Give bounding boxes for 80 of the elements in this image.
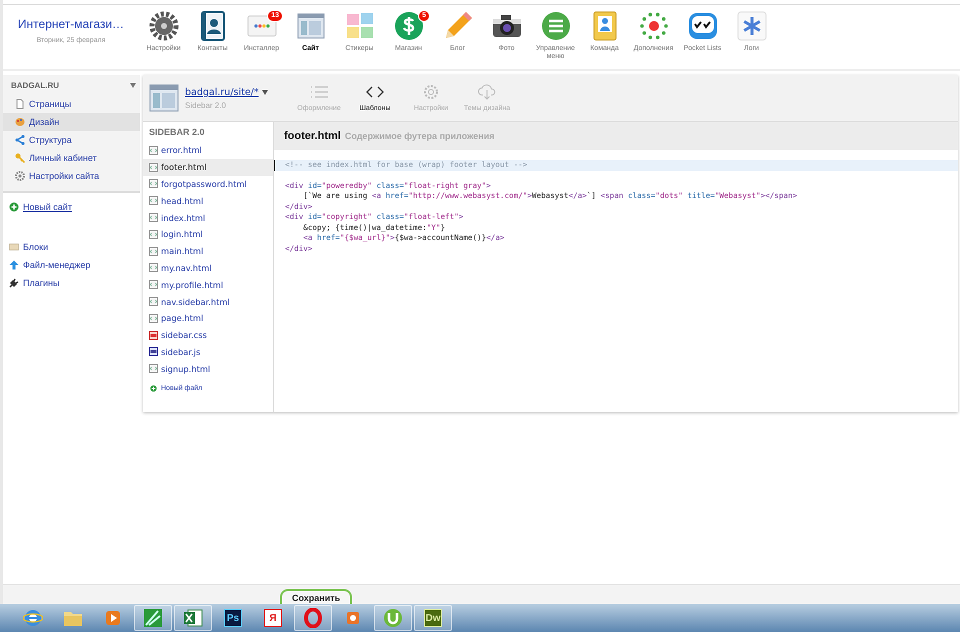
gear-icon [148, 10, 180, 42]
code-icon [365, 84, 385, 100]
plug-icon [9, 278, 19, 288]
sidebar-item[interactable]: Плагины [3, 274, 140, 292]
ps-logo: Ps [224, 609, 242, 627]
dropdown-caret-icon[interactable] [130, 83, 136, 88]
menu-icon [540, 10, 572, 42]
play-icon [103, 608, 123, 628]
plus-circle-icon [150, 385, 157, 392]
save-button[interactable]: Сохранить [280, 589, 352, 604]
file-item[interactable]: footer.html [143, 158, 273, 176]
sidebar-item[interactable]: Файл-менеджер [3, 256, 140, 274]
globe-e-icon [23, 608, 43, 628]
html-file-icon [149, 213, 158, 222]
page-icon [15, 99, 25, 109]
file-item[interactable]: error.html [143, 142, 273, 159]
settings-icon [421, 84, 441, 100]
file-item[interactable]: page.html [143, 310, 273, 327]
spreadsheet-icon [183, 608, 203, 628]
file-item[interactable]: signup.html [143, 360, 273, 378]
file-description: Содержимое футера приложения [344, 131, 494, 141]
sidebar-item[interactable]: Настройки сайта [3, 167, 140, 185]
cloud-download-icon [477, 84, 497, 100]
file-item[interactable]: head.html [143, 192, 273, 210]
taskbar-button[interactable]: Ps [214, 605, 252, 631]
plus-circle-icon [9, 202, 19, 212]
js-file-icon [149, 347, 158, 356]
html-file-icon [149, 364, 158, 374]
domain-name: BADGAL.RU [11, 81, 59, 90]
file-item[interactable]: my.profile.html [143, 276, 273, 294]
pen-nib-icon [143, 608, 163, 628]
html-file-icon [149, 146, 158, 155]
css-file-icon [149, 330, 158, 340]
file-item[interactable]: nav.sidebar.html [143, 293, 273, 310]
u-circle-icon [383, 608, 403, 628]
asterisk-icon [736, 10, 768, 42]
file-item[interactable]: sidebar.js [143, 344, 273, 360]
dollar-icon [392, 10, 424, 42]
html-file-icon [149, 162, 158, 172]
upload-arrow-icon [9, 260, 19, 270]
gear-icon [15, 171, 25, 181]
file-item[interactable]: index.html [143, 209, 273, 226]
file-item[interactable]: login.html [143, 226, 273, 243]
dw-logo: Dw [424, 609, 442, 627]
taskbar-button[interactable]: Dw [414, 605, 452, 631]
file-list-heading: SIDEBAR 2.0 [148, 127, 206, 139]
sidebar-item[interactable]: Блоки [3, 238, 140, 256]
file-title: footer.html [284, 130, 341, 142]
html-file-icon [149, 263, 158, 272]
html-file-icon [149, 246, 158, 256]
sidebar-item[interactable]: Личный кабинет [3, 149, 140, 167]
list-icon [309, 84, 329, 100]
dropdown-caret-icon[interactable] [262, 90, 268, 94]
html-file-icon [149, 196, 158, 206]
new-site-link[interactable]: Новый сайт [9, 202, 140, 212]
palette-icon [15, 117, 25, 127]
sidebar-item[interactable]: Дизайн [3, 113, 140, 131]
file-item[interactable]: my.nav.html [143, 260, 273, 276]
sidebar-item[interactable]: Структура [3, 131, 140, 149]
html-file-icon [149, 280, 158, 290]
file-item[interactable]: forgotpassword.html [143, 176, 273, 192]
html-file-icon [149, 297, 158, 306]
dots-ring-icon [638, 10, 670, 42]
checkmarks-icon [686, 10, 718, 42]
share-icon [15, 135, 25, 145]
sidebar-item[interactable]: Страницы [3, 95, 140, 113]
o-ring-icon [303, 608, 323, 628]
block-icon [9, 242, 19, 252]
site-url-link[interactable]: badgal.ru/site/* [185, 86, 259, 98]
file-item[interactable]: sidebar.css [143, 326, 273, 344]
html-file-icon [149, 314, 158, 323]
file-item[interactable]: main.html [143, 242, 273, 260]
browser-window-icon [149, 83, 179, 113]
html-file-icon [149, 230, 158, 239]
html-file-icon [149, 179, 158, 188]
key-icon [15, 153, 25, 163]
taskbar-button[interactable]: Я [254, 605, 292, 631]
yandex-logo: Я [264, 609, 282, 627]
theme-name: Sidebar 2.0 [185, 100, 227, 110]
site-title[interactable]: Интернет-магази… [18, 17, 124, 31]
